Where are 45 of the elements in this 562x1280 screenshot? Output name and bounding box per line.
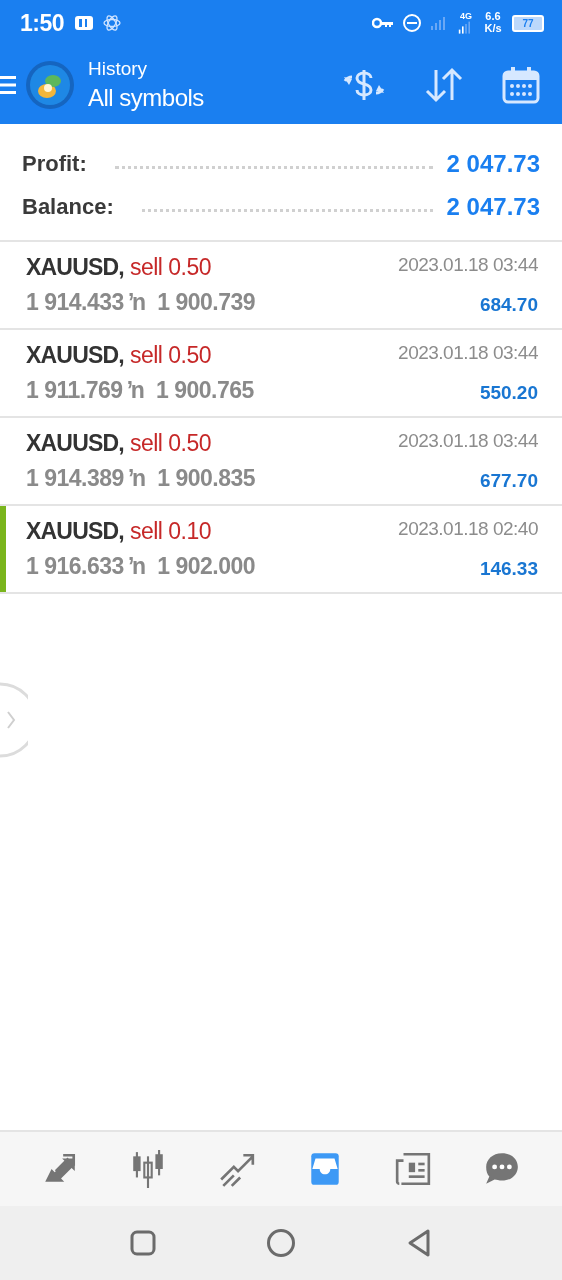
deal-symbol: XAUUSD, [26, 254, 124, 281]
atom-icon [102, 13, 123, 33]
deal-type: sell 0.50 [129, 430, 212, 457]
deal-profit: 146.33 [479, 558, 538, 580]
status-time: 1:50 [20, 9, 65, 37]
deal-time: 2023.01.18 03:44 [398, 254, 538, 276]
deal-prices: 1 914.433 ŉ 1 900.739 [26, 289, 256, 316]
deal-time: 2023.01.18 03:44 [398, 342, 538, 364]
network-type: 4G [460, 11, 472, 21]
key-icon [372, 16, 394, 30]
deal-time: 2023.01.18 03:44 [398, 430, 538, 452]
deal-prices: 1 911.769 ŉ 1 900.765 [26, 377, 254, 404]
app-logo-icon [26, 61, 74, 109]
deal-type: sell 0.50 [129, 342, 212, 369]
network-speed: 6.6 K/s [483, 11, 503, 35]
deal-type: sell 0.50 [129, 254, 212, 281]
summary-label: Balance: [22, 193, 114, 220]
summary-label: Profit: [22, 150, 87, 177]
deal-profit: 684.70 [479, 294, 538, 316]
symbol-filter[interactable]: All symbols [88, 84, 204, 112]
deal-prices: 1 916.633 ŉ 1 902.000 [26, 553, 256, 580]
deal-profit: 677.70 [479, 470, 538, 492]
summary-value: 2 047.73 [446, 192, 540, 221]
deal-row[interactable]: XAUUSD, sell 0.50 1 914.433 ŉ 1 900.739 2023.01.18 03:44 684.70 [0, 242, 562, 330]
deal-symbol: XAUUSD, [26, 430, 124, 457]
menu-icon [0, 74, 16, 96]
do-not-disturb-icon [402, 13, 422, 33]
deal-symbol: XAUUSD, [26, 518, 124, 545]
deal-time: 2023.01.18 02:40 [398, 518, 538, 540]
deal-type: sell 0.10 [129, 518, 212, 545]
deal-profit: 550.20 [479, 382, 538, 404]
deal-row[interactable]: XAUUSD, sell 0.10 1 916.633 ŉ 1 902.000 2023.01.18 02:40 146.33 [0, 506, 562, 594]
screen-title: History [88, 58, 149, 80]
side-panel-handle[interactable] [0, 682, 28, 758]
deal-row[interactable]: XAUUSD, sell 0.50 1 911.769 ŉ 1 900.765 2023.01.18 03:44 550.20 [0, 330, 562, 418]
deal-row[interactable]: XAUUSD, sell 0.50 1 914.389 ŉ 1 900.835 2023.01.18 03:44 677.70 [0, 418, 562, 506]
battery-level: 77 [522, 17, 534, 29]
newspaper-icon [394, 1150, 433, 1188]
deal-prices: 1 914.389 ŉ 1 900.835 [26, 465, 256, 492]
currency-exchange-icon [342, 67, 386, 103]
calendar-icon [502, 66, 540, 104]
sort-icon [424, 67, 464, 103]
summary-value: 2 047.73 [446, 149, 540, 178]
deal-symbol: XAUUSD, [26, 342, 124, 369]
notification-icon [74, 13, 95, 33]
